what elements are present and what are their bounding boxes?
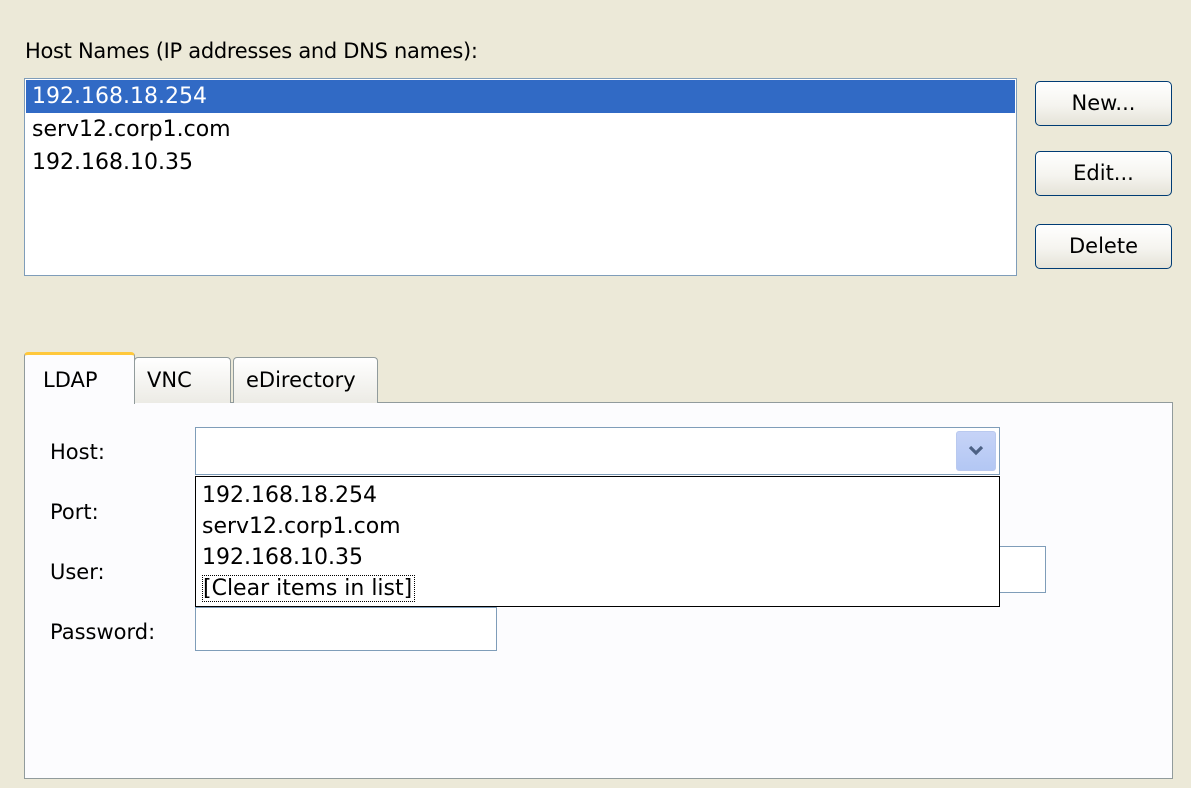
host-list-item[interactable]: 192.168.10.35 — [26, 146, 1015, 179]
host-label: Host: — [50, 440, 105, 464]
host-combobox[interactable] — [195, 427, 1000, 475]
dropdown-option[interactable]: 192.168.10.35 — [196, 542, 999, 573]
port-label: Port: — [50, 500, 99, 524]
host-names-listbox[interactable]: 192.168.18.254 serv12.corp1.com 192.168.… — [24, 78, 1017, 276]
password-label: Password: — [50, 620, 156, 644]
dropdown-option[interactable]: serv12.corp1.com — [196, 511, 999, 542]
tab-edirectory[interactable]: eDirectory — [233, 357, 378, 403]
host-dropdown-list[interactable]: 192.168.18.254 serv12.corp1.com 192.168.… — [195, 476, 1000, 607]
clear-list-option-label: [Clear items in list] — [202, 575, 416, 602]
new-host-button[interactable]: New... — [1035, 81, 1172, 126]
edit-host-button[interactable]: Edit... — [1035, 151, 1172, 196]
dropdown-option[interactable]: 192.168.18.254 — [196, 480, 999, 511]
host-list-item[interactable]: serv12.corp1.com — [26, 113, 1015, 146]
host-names-label: Host Names (IP addresses and DNS names): — [25, 39, 478, 63]
dropdown-option-clear[interactable]: [Clear items in list] — [196, 573, 999, 604]
password-input[interactable] — [195, 607, 497, 651]
host-list-item[interactable]: 192.168.18.254 — [26, 80, 1015, 113]
user-label: User: — [50, 560, 105, 584]
delete-host-button[interactable]: Delete — [1035, 224, 1172, 269]
chevron-down-icon[interactable] — [956, 431, 996, 471]
tab-vnc[interactable]: VNC — [134, 357, 231, 403]
tab-ldap[interactable]: LDAP — [24, 352, 135, 404]
